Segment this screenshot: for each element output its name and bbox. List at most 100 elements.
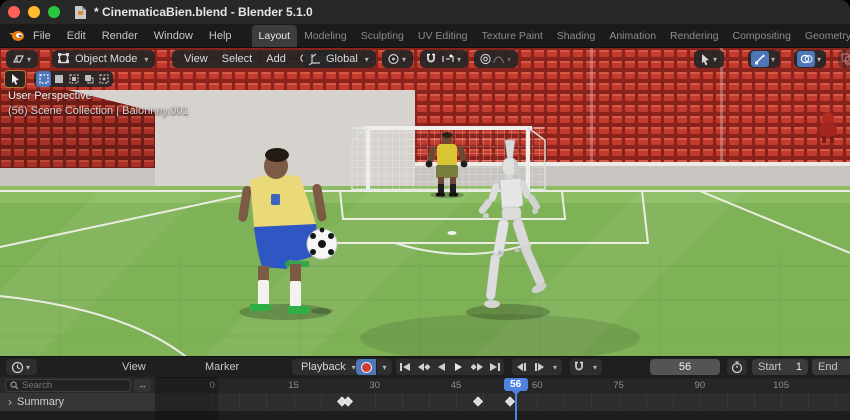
timeline-bottom-strip <box>0 411 850 420</box>
timeline-snap-magnet-icon[interactable] <box>570 359 588 375</box>
current-frame-field[interactable]: 56 <box>650 359 720 375</box>
next-keyframe-button[interactable] <box>468 359 486 375</box>
ruler-tick-105: 105 <box>773 380 790 391</box>
chevron-down-icon: ▾ <box>382 362 387 372</box>
pivot-point-icon <box>387 53 400 65</box>
tab-geometry-nodes[interactable]: Geometry Nodes <box>798 25 850 47</box>
proportional-editing-icon <box>479 53 492 65</box>
keyframe-diamond[interactable] <box>472 396 483 407</box>
grid-line <box>239 393 241 411</box>
zoom-button[interactable] <box>48 6 60 18</box>
xray-icon <box>841 53 850 65</box>
menu-render[interactable]: Render <box>94 24 146 48</box>
chevron-down-icon: ▾ <box>771 54 776 64</box>
use-preview-range-button[interactable] <box>727 359 747 375</box>
select-mode-subtract[interactable] <box>66 71 81 87</box>
tab-sculpting[interactable]: Sculpting <box>354 25 411 47</box>
active-object-label: (56) Scene Collection | Balonney.001 <box>8 105 189 117</box>
tab-texture-paint[interactable]: Texture Paint <box>475 25 550 47</box>
snap-controls[interactable]: ▾ <box>420 50 469 68</box>
channel-search-row: ↔ <box>0 377 155 393</box>
cursor-pointer-icon <box>699 53 711 66</box>
editor-type-button[interactable]: ▾ <box>6 50 39 68</box>
step-forward-button[interactable] <box>530 359 548 375</box>
overlays-toggle-group[interactable]: ▾ <box>794 50 827 68</box>
start-label: Start <box>758 361 782 373</box>
tab-layout[interactable]: Layout <box>251 24 298 47</box>
tab-compositing[interactable]: Compositing <box>726 25 798 47</box>
selectability-dropdown[interactable]: ▾ <box>694 50 725 68</box>
play-reverse-button[interactable] <box>432 359 450 375</box>
timeline-editor-type-button[interactable]: ▾ <box>6 359 38 375</box>
viewport-menu-select[interactable]: Select <box>215 53 260 65</box>
tab-shading[interactable]: Shading <box>550 25 603 47</box>
transform-orientation-dropdown[interactable]: Global ▾ <box>303 50 376 68</box>
grid-line <box>266 393 268 411</box>
frame-end-field[interactable]: End 3 <box>812 359 850 375</box>
frame-start-field[interactable]: Start 1 <box>752 359 808 375</box>
menu-window[interactable]: Window <box>146 24 201 48</box>
record-dot-icon <box>360 361 372 373</box>
menu-edit[interactable]: Edit <box>59 24 94 48</box>
viewport-menu-add[interactable]: Add <box>259 53 293 65</box>
auto-keying-toggle[interactable] <box>356 359 376 375</box>
tab-uv-editing[interactable]: UV Editing <box>411 25 475 47</box>
close-button[interactable] <box>8 6 20 18</box>
grid-line <box>401 393 403 411</box>
ruler-tick-60: 60 <box>532 380 543 391</box>
play-button[interactable] <box>450 359 468 375</box>
minimize-button[interactable] <box>28 6 40 18</box>
document-icon <box>74 5 87 20</box>
mode-dropdown[interactable]: Object Mode ▾ <box>52 50 156 68</box>
auto-keying-dropdown[interactable]: ▾ <box>377 359 392 375</box>
tab-rendering[interactable]: Rendering <box>663 25 725 47</box>
chevron-down-icon: ▾ <box>402 54 407 64</box>
viewport-menu-view[interactable]: View <box>177 53 215 65</box>
select-mode-invert[interactable] <box>81 71 96 87</box>
active-tool-button[interactable] <box>4 70 26 88</box>
gizmos-toggle-group[interactable]: ▾ <box>748 50 781 68</box>
viewport-editor-icon <box>11 53 25 65</box>
timeline-menu-view[interactable]: View <box>122 357 146 377</box>
select-mode-options <box>34 71 113 87</box>
blender-logo-icon[interactable] <box>8 29 25 42</box>
expand-chevron-icon[interactable]: › <box>8 395 12 409</box>
ruler-tick-30: 30 <box>369 380 381 391</box>
search-input[interactable] <box>22 379 122 391</box>
stopwatch-icon <box>731 360 743 374</box>
snap-with-icon <box>441 53 455 65</box>
viewport-3d[interactable]: ▾ Object Mode ▾ View Select Add Object G… <box>0 48 850 356</box>
summary-channel-row[interactable]: › Summary <box>0 393 155 411</box>
ruler-tick-75: 75 <box>613 380 624 391</box>
playback-menu-label: Playback <box>301 361 346 373</box>
chevron-down-icon: ▾ <box>713 54 718 64</box>
search-field[interactable] <box>5 378 131 392</box>
proportional-editing-controls[interactable]: ▾ <box>474 50 519 68</box>
xray-toggle[interactable] <box>838 50 850 68</box>
jump-to-end-button[interactable] <box>486 359 504 375</box>
mode-label: Object Mode <box>75 53 138 65</box>
select-mode-intersect[interactable] <box>96 71 111 87</box>
step-back-button[interactable] <box>512 359 530 375</box>
menu-file[interactable]: File <box>25 24 59 48</box>
overlays-icon[interactable] <box>797 51 815 67</box>
previous-keyframe-button[interactable] <box>414 359 432 375</box>
timeline-editor: ▾ View Marker Playback ▾ ▾ ▾ ▾ 56 Start … <box>0 356 850 420</box>
select-mode-set[interactable] <box>36 71 51 87</box>
snap-options-dropdown[interactable]: ▾ <box>588 359 602 375</box>
select-box-tool-icon <box>10 73 21 85</box>
playback-controls <box>396 359 504 375</box>
tab-animation[interactable]: Animation <box>602 25 663 47</box>
select-mode-extend[interactable] <box>51 71 66 87</box>
pivot-point-dropdown[interactable]: ▾ <box>382 50 414 68</box>
jump-to-start-button[interactable] <box>396 359 414 375</box>
timeline-menu-marker[interactable]: Marker <box>205 357 239 377</box>
gizmo-icon[interactable] <box>751 51 769 67</box>
grid-line <box>645 393 647 411</box>
filter-toggle-button[interactable]: ↔ <box>134 378 151 392</box>
playback-menu[interactable]: Playback ▾ <box>292 359 363 375</box>
step-options-dropdown[interactable]: ▾ <box>548 359 562 375</box>
tab-modeling[interactable]: Modeling <box>297 25 354 47</box>
playhead-frame-badge[interactable]: 56 <box>503 378 528 395</box>
menu-help[interactable]: Help <box>201 24 240 48</box>
